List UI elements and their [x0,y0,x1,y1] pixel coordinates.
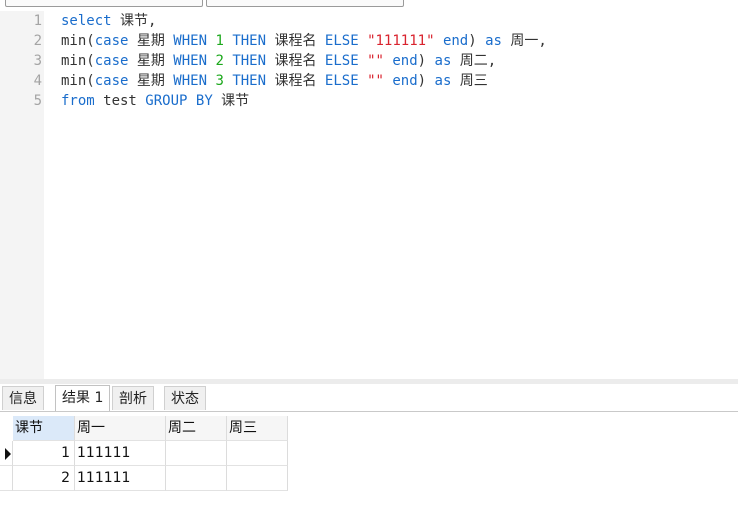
token-text: 课程名 [266,33,325,49]
token-keyword: ELSE [324,73,359,89]
line-number: 2 [33,33,42,49]
sql-editor[interactable]: 1 2 3 4 5 select 课节, min(case 星期 WHEN 1 … [0,11,738,379]
token-text: ) [417,73,435,89]
token-text: min( [61,73,95,89]
column-header[interactable]: 周三 [227,416,288,441]
token-keyword: WHEN [173,53,208,69]
line-number: 5 [33,93,42,109]
toolbar-remnant [0,0,738,11]
token-keyword: ELSE [324,33,359,49]
token-keyword: end [392,73,418,89]
token-text: ) [417,53,435,69]
token-keyword: ELSE [324,53,359,69]
column-header[interactable]: 周二 [166,416,227,441]
token-text: 星期 [128,33,174,49]
current-row-arrow-icon [5,448,11,460]
token-string: "" [367,53,384,69]
table-cell[interactable] [227,466,288,491]
tab-status[interactable]: 状态 [164,386,206,410]
token-string: "" [367,73,384,89]
column-header[interactable]: 课节 [13,416,75,441]
toolbar-field-left[interactable] [5,0,203,7]
token-keyword: case [94,33,129,49]
token-text: 周三 [451,73,488,89]
token-text: 星期 [128,73,174,89]
code-line[interactable]: min(case 星期 WHEN 3 THEN 课程名 ELSE "" end)… [61,71,488,91]
token-keyword: case [94,53,129,69]
tab-profile[interactable]: 剖析 [112,386,154,410]
token-text: 周二, [451,53,497,69]
result-tabs: 信息 结果 1 剖析 状态 [0,384,738,412]
token-number: 1 [215,33,224,49]
token-text: 周一, [501,33,547,49]
table-cell[interactable]: 111111 [75,441,166,466]
row-selector[interactable] [0,466,13,491]
table-cell[interactable]: 111111 [75,466,166,491]
token-text: 星期 [128,53,174,69]
token-keyword: WHEN [173,73,208,89]
table-cell[interactable] [227,441,288,466]
token-keyword: end [442,33,469,49]
table-cell[interactable]: 1 [13,441,75,466]
token-number: 3 [215,73,224,89]
line-number: 3 [33,53,42,69]
token-keyword: THEN [232,53,267,69]
token-keyword: as [485,33,502,49]
token-keyword: as [434,73,452,89]
toolbar-field-right[interactable] [206,0,404,7]
token-text: 课节, [111,13,157,29]
line-number: 1 [33,13,42,29]
code-line[interactable]: min(case 星期 WHEN 2 THEN 课程名 ELSE "" end)… [61,51,496,71]
code-line[interactable]: select 课节, [61,11,156,31]
code-line[interactable]: min(case 星期 WHEN 1 THEN 课程名 ELSE "111111… [61,31,547,51]
token-keyword: end [392,53,418,69]
token-keyword: WHEN [173,33,208,49]
token-keyword: THEN [232,73,267,89]
line-number: 4 [33,73,42,89]
token-text: min( [61,33,95,49]
code-line[interactable]: from test GROUP BY 课节 [61,91,249,111]
token-text: min( [61,53,95,69]
token-string: "111111" [367,33,435,49]
token-keyword: select [61,13,112,29]
token-text: 课程名 [266,73,325,89]
table-cell[interactable] [166,441,227,466]
token-number: 2 [215,53,224,69]
token-text: 课节 [212,93,250,109]
tab-info[interactable]: 信息 [2,386,44,410]
table-cell[interactable] [166,466,227,491]
row-selector[interactable] [0,441,13,466]
token-keyword: BY [195,93,213,109]
line-number-gutter: 1 2 3 4 5 [0,11,44,379]
table-cell[interactable]: 2 [13,466,75,491]
token-keyword: case [94,73,129,89]
token-text: 课程名 [266,53,325,69]
tab-result-1[interactable]: 结果 1 [55,385,111,411]
column-header[interactable]: 周一 [75,416,166,441]
token-keyword: from [61,93,95,109]
token-text: test [94,93,146,109]
token-keyword: as [434,53,452,69]
token-keyword: THEN [232,33,267,49]
token-text: ) [468,33,486,49]
token-keyword: GROUP [145,93,188,109]
